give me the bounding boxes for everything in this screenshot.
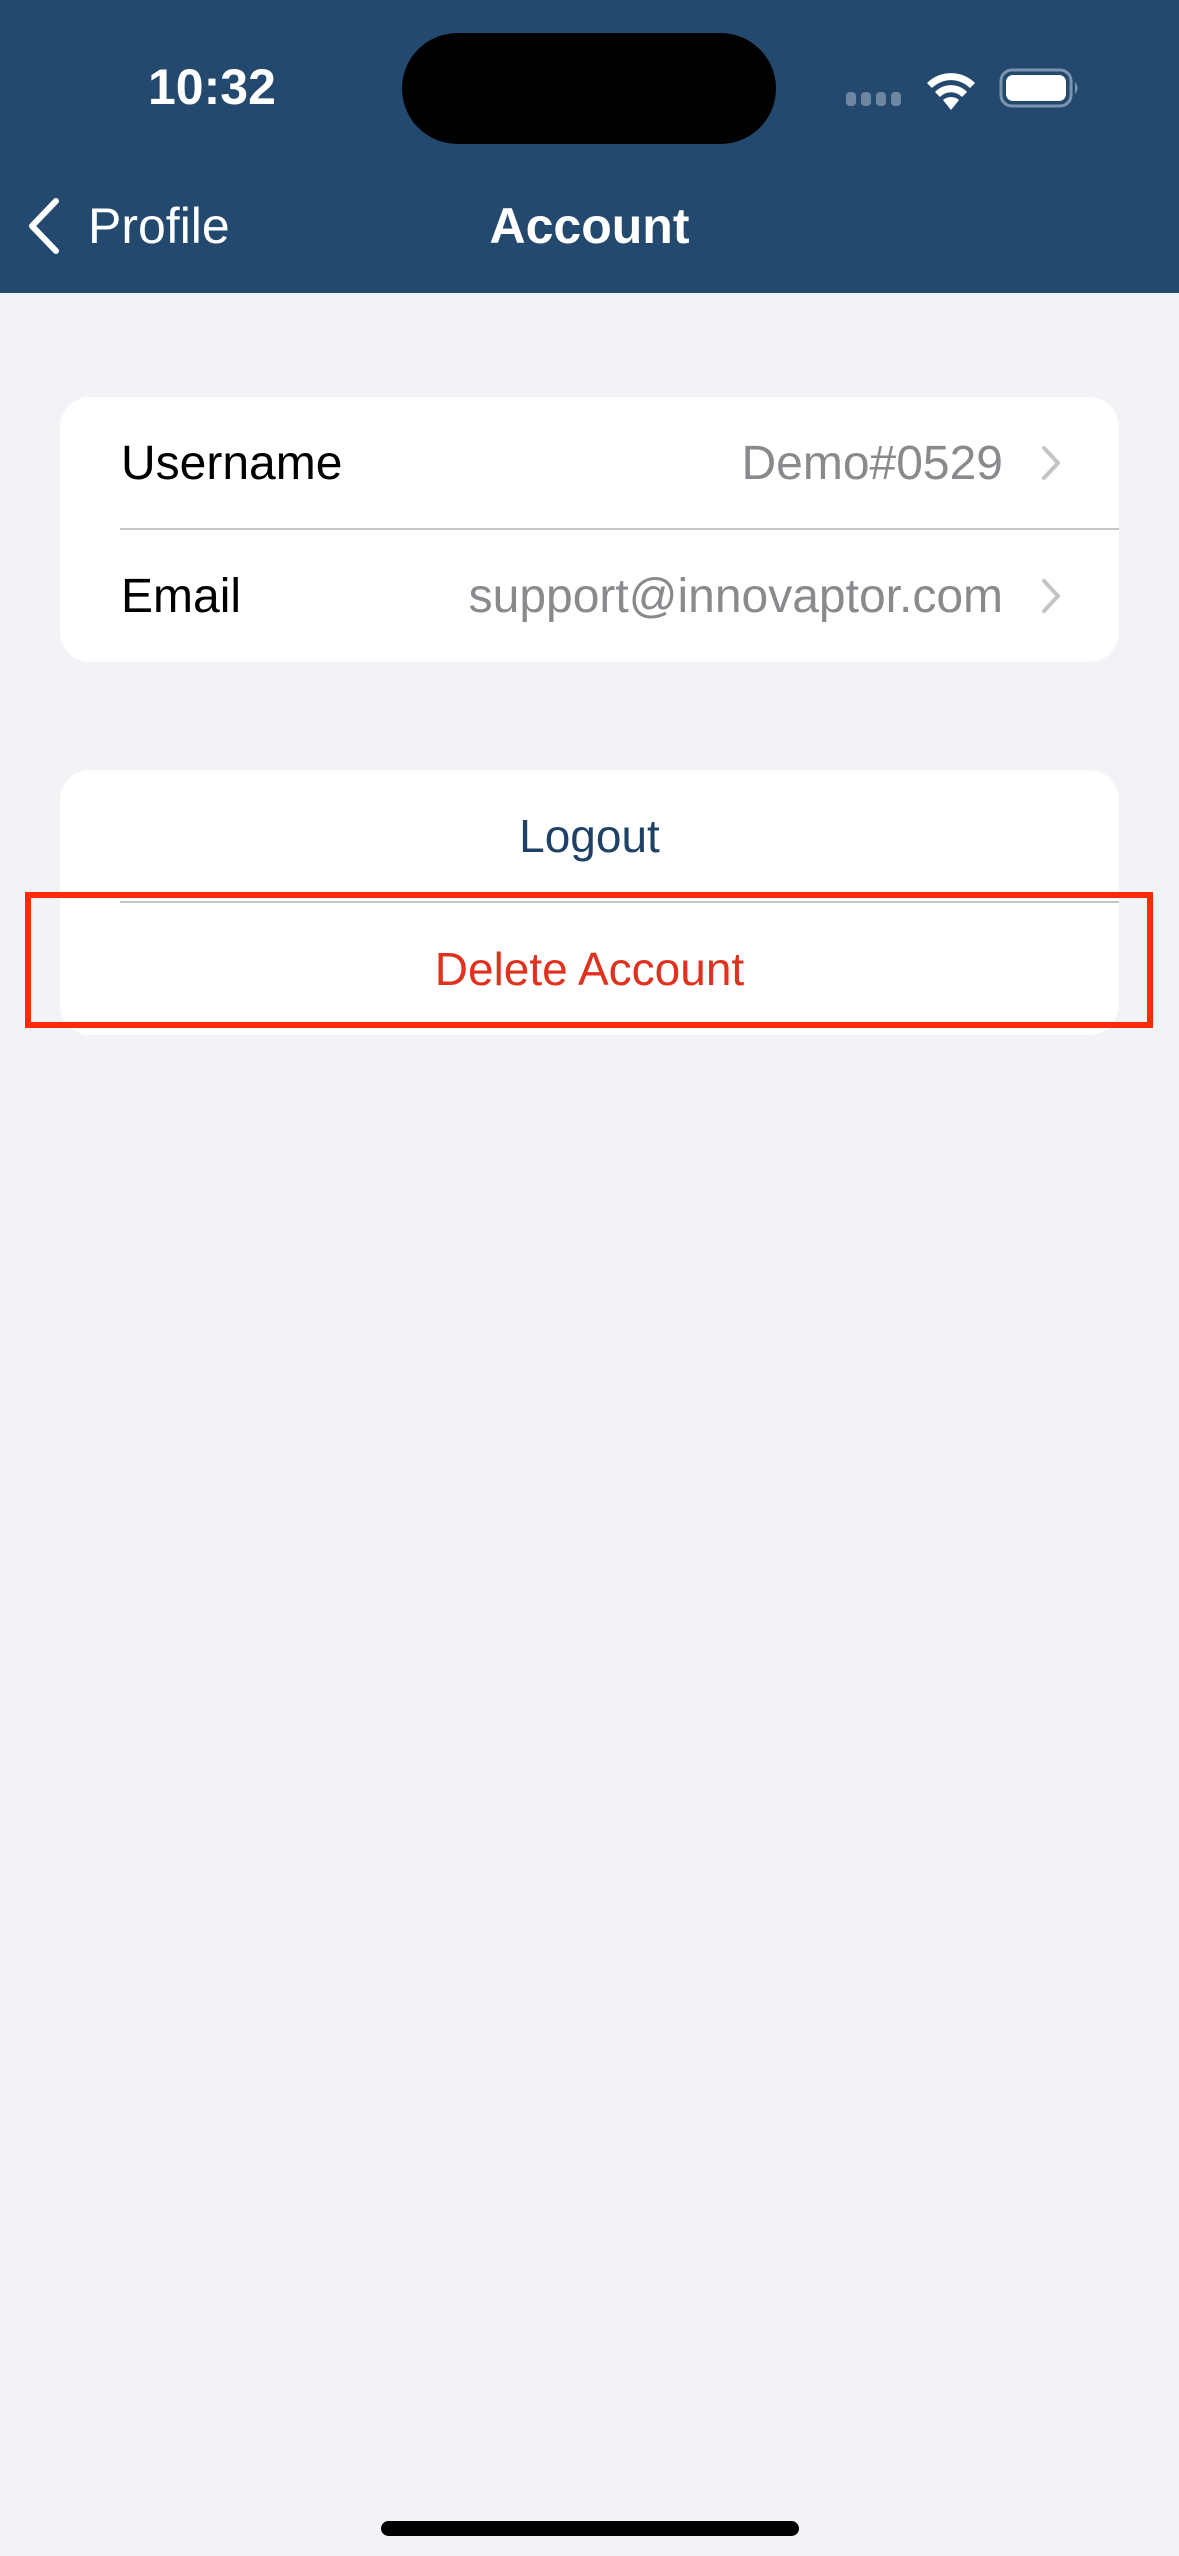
wifi-icon bbox=[927, 73, 975, 110]
username-label: Username bbox=[121, 436, 343, 490]
chevron-right-icon bbox=[1042, 579, 1060, 613]
page-title: Account bbox=[489, 198, 690, 254]
email-label: Email bbox=[121, 569, 242, 623]
home-indicator[interactable] bbox=[381, 2521, 799, 2536]
delete-account-button[interactable]: Delete Account bbox=[60, 903, 1119, 1035]
account-info-card: Username Demo#0529 Email support@innovap… bbox=[60, 397, 1119, 662]
dynamic-island bbox=[402, 33, 776, 144]
cellular-signal-icon bbox=[846, 92, 901, 106]
battery-icon bbox=[999, 68, 1078, 108]
status-time: 10:32 bbox=[148, 59, 276, 115]
navigation-header: 10:32 Profile Account bbox=[0, 0, 1179, 293]
account-actions-card: Logout Delete Account bbox=[60, 770, 1119, 1035]
email-value: support@innovaptor.com bbox=[468, 569, 1003, 623]
logout-button[interactable]: Logout bbox=[60, 770, 1119, 902]
email-row[interactable]: Email support@innovaptor.com bbox=[60, 530, 1119, 662]
username-value: Demo#0529 bbox=[741, 436, 1003, 490]
username-row[interactable]: Username Demo#0529 bbox=[60, 397, 1119, 529]
chevron-right-icon bbox=[1042, 446, 1060, 480]
